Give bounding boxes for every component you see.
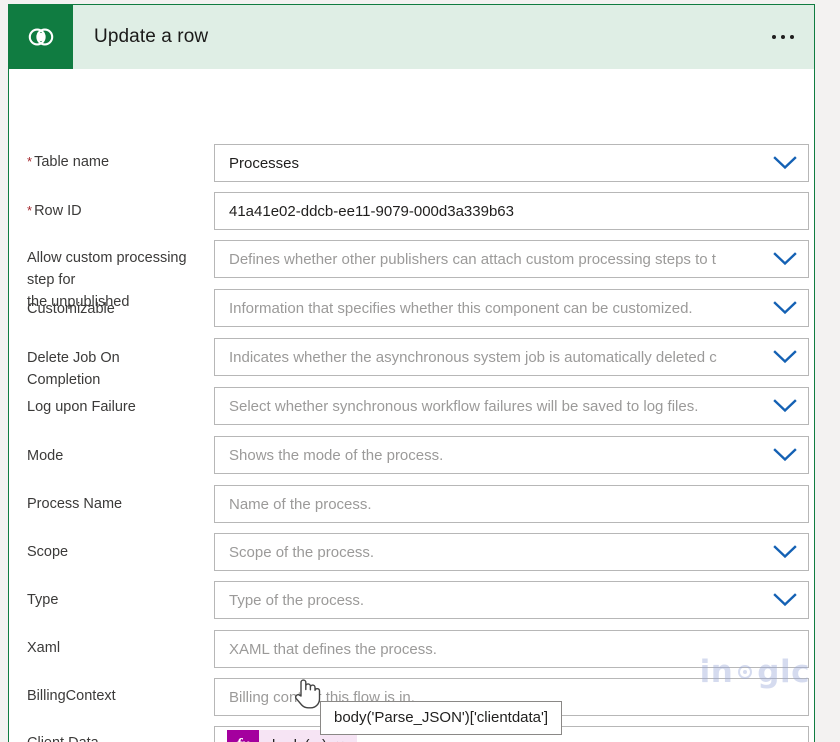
label-mode: Mode [27, 445, 207, 467]
input-mode[interactable]: Shows the mode of the process. [214, 436, 809, 474]
label-type: Type [27, 589, 207, 611]
chevron-down-icon[interactable] [762, 399, 808, 413]
required-asterisk: * [27, 203, 33, 218]
placeholder-log-upon-failure: Select whether synchronous workflow fail… [229, 397, 699, 415]
more-options-button[interactable] [766, 27, 800, 47]
label-text: BillingContext [27, 688, 116, 704]
label-log-upon-failure: Log upon Failure [27, 396, 207, 418]
update-a-row-action-card: Update a row * Table name Processes * Row ID… [8, 4, 815, 742]
placeholder-allow-custom-processing-step: Defines whether other publishers can att… [229, 250, 716, 268]
input-type[interactable]: Type of the process. [214, 581, 809, 619]
input-process-name[interactable]: Name of the process. [214, 485, 809, 523]
label-row-id: * Row ID [27, 200, 207, 222]
remove-token-icon[interactable]: × [336, 737, 357, 742]
label-text: Delete Job On Completion [27, 350, 120, 388]
fx-glyph: fx [236, 736, 249, 742]
expression-tooltip: body('Parse_JSON')['clientdata'] [320, 701, 563, 735]
token-label: body(...) [259, 737, 336, 742]
input-row-id[interactable]: 41a41e02-ddcb-ee11-9079-000d3a339b63 [214, 192, 809, 230]
label-delete-job-on-completion: Delete Job On Completion [27, 347, 207, 391]
screen: Update a row * Table name Processes * Row ID… [0, 0, 840, 742]
label-text: Process Name [27, 496, 123, 512]
label-table-name: * Table name [27, 151, 207, 173]
label-text: Log upon Failure [27, 399, 136, 415]
required-asterisk: * [27, 154, 33, 169]
label-scope: Scope [27, 541, 207, 563]
input-customizable[interactable]: Information that specifies whether this … [214, 289, 809, 327]
chevron-down-icon[interactable] [762, 593, 808, 607]
chevron-down-icon[interactable] [762, 252, 808, 266]
chevron-down-icon[interactable] [762, 350, 808, 364]
value-table-name: Processes [229, 154, 300, 172]
placeholder-scope: Scope of the process. [229, 543, 375, 561]
input-delete-job-on-completion[interactable]: Indicates whether the asynchronous syste… [214, 338, 809, 376]
chevron-down-icon[interactable] [762, 448, 808, 462]
placeholder-process-name: Name of the process. [229, 495, 372, 513]
card-header: Update a row [9, 5, 814, 69]
label-text: Table name [34, 154, 110, 170]
label-text: Customizable [27, 301, 115, 317]
placeholder-customizable: Information that specifies whether this … [229, 299, 693, 317]
label-text: Scope [27, 544, 69, 560]
label-text: Mode [27, 448, 64, 464]
input-xaml[interactable]: XAML that defines the process. [214, 630, 809, 668]
label-xaml: Xaml [27, 637, 207, 659]
chevron-down-icon[interactable] [762, 545, 808, 559]
placeholder-mode: Shows the mode of the process. [229, 446, 444, 464]
input-scope[interactable]: Scope of the process. [214, 533, 809, 571]
input-allow-custom-processing-step[interactable]: Defines whether other publishers can att… [214, 240, 809, 278]
page-title: Update a row [94, 26, 209, 47]
input-log-upon-failure[interactable]: Select whether synchronous workflow fail… [214, 387, 809, 425]
label-billing-context: BillingContext [27, 685, 207, 707]
function-fx-icon: fx [227, 730, 259, 742]
label-text: Row ID [34, 203, 82, 219]
dot-icon [790, 35, 794, 39]
label-text: Client Data [27, 735, 99, 742]
label-client-data: Client Data [27, 732, 207, 742]
placeholder-xaml: XAML that defines the process. [229, 640, 437, 658]
placeholder-delete-job-on-completion: Indicates whether the asynchronous syste… [229, 348, 717, 366]
label-customizable: Customizable [27, 298, 207, 320]
placeholder-type: Type of the process. [229, 591, 365, 609]
dot-icon [781, 35, 785, 39]
dot-icon [772, 35, 776, 39]
label-process-name: Process Name [27, 493, 207, 515]
form-row-connection-references: Connection referencesConnection R [9, 69, 814, 118]
value-row-id: 41a41e02-ddcb-ee11-9079-000d3a339b63 [229, 202, 514, 220]
chevron-down-icon[interactable] [762, 156, 808, 170]
dataverse-icon [9, 5, 73, 69]
input-table-name[interactable]: Processes [214, 144, 809, 182]
label-text: Xaml [27, 640, 61, 656]
label-text: Type [27, 592, 59, 608]
chevron-down-icon[interactable] [762, 301, 808, 315]
